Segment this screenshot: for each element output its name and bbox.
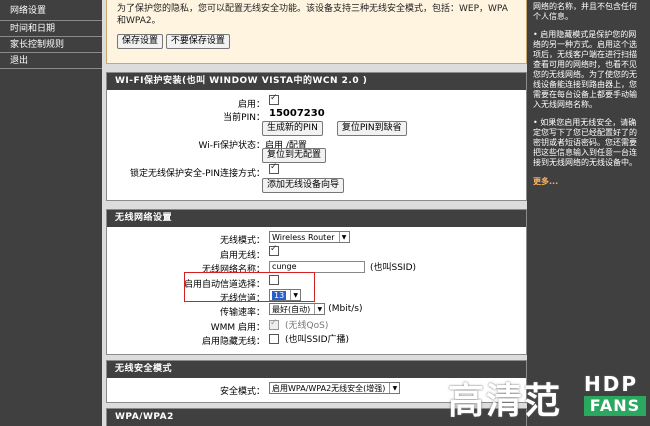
- wmm-hint: (无线QoS): [285, 321, 329, 331]
- channel-select[interactable]: 13 ▼: [269, 289, 302, 301]
- wireless-settings-panel: 无线网络设置 无线模式： Wireless Router ▼ 启用无线： 无线网…: [106, 209, 527, 355]
- reset-pin-button[interactable]: 复位PIN到缺省: [336, 121, 407, 136]
- left-nav: 网络设置 时间和日期 家长控制规则 退出: [0, 0, 102, 426]
- help-text-2: • 启用隐藏模式是保护您的网络的另一种方式。启用这个选项后，无线客户端在进行扫描…: [533, 30, 637, 109]
- nav-item-parental-control[interactable]: 家长控制规则: [0, 37, 102, 53]
- reset-unconfigured-button[interactable]: 复位到无配置: [262, 148, 327, 163]
- rate-select[interactable]: 最好(自动) ▼: [269, 303, 326, 315]
- wps-header: WI-FI保护安装(也叫 WINDOW VISTA中的WCN 2.0 ): [107, 73, 526, 90]
- dont-save-button[interactable]: 不要保存设置: [165, 34, 230, 49]
- rate-unit: (Mbit/s): [328, 304, 363, 314]
- wps-enable-checkbox[interactable]: [269, 93, 279, 105]
- chevron-down-icon: ▼: [290, 290, 301, 300]
- wmm-checkbox[interactable]: [269, 318, 279, 330]
- wps-panel: WI-FI保护安装(也叫 WINDOW VISTA中的WCN 2.0 ) 启用：…: [106, 72, 527, 201]
- ssid-input[interactable]: cunge: [269, 260, 365, 273]
- hidden-wireless-checkbox[interactable]: [269, 333, 279, 344]
- watermark-logo: 高清范 HDP FANS: [448, 370, 650, 426]
- hidden-wireless-label: 启用隐藏无线：: [201, 337, 265, 347]
- wireless-header: 无线网络设置: [107, 210, 526, 227]
- main-content: 为了保护您的隐私，您可以配置无线安全功能。该设备支持三种无线安全模式，包括：WE…: [104, 0, 527, 426]
- add-wireless-device-button[interactable]: 添加无线设备向导: [262, 178, 345, 193]
- help-panel: 网络的名称，并且不包含任何个人信息。 • 启用隐藏模式是保护您的网络的另一种方式…: [527, 0, 650, 426]
- pin-value: 15007230: [269, 108, 325, 119]
- wireless-enable-checkbox[interactable]: [269, 244, 279, 256]
- auto-channel-checkbox[interactable]: [269, 275, 279, 285]
- nav-item-network-settings[interactable]: 网络设置: [0, 0, 102, 21]
- help-text-1: 网络的名称，并且不包含任何个人信息。: [533, 2, 637, 21]
- ssid-hint: (也叫SSID): [370, 263, 417, 273]
- chevron-down-icon: ▼: [314, 304, 325, 314]
- watermark-hdp: HDP: [584, 372, 638, 396]
- security-mode-select[interactable]: 启用WPA/WPA2无线安全(增强) ▼: [269, 382, 401, 394]
- wireless-mode-label: 无线模式：: [219, 236, 265, 246]
- nav-item-time-date[interactable]: 时间和日期: [0, 21, 102, 37]
- lock-pin-checkbox[interactable]: [269, 162, 279, 174]
- notice-text: 为了保护您的隐私，您可以配置无线安全功能。该设备支持三种无线安全模式，包括：WE…: [117, 4, 508, 26]
- generate-pin-button[interactable]: 生成新的PIN: [262, 121, 323, 136]
- watermark-fans: FANS: [584, 396, 646, 416]
- wireless-mode-select[interactable]: Wireless Router ▼: [269, 231, 350, 243]
- more-link[interactable]: 更多...: [533, 176, 644, 187]
- chevron-down-icon: ▼: [338, 232, 349, 242]
- hidden-wireless-hint: (也叫SSID广播): [285, 335, 350, 345]
- rate-label: 传输速率：: [219, 308, 265, 318]
- help-text-3: • 如果您启用无线安全，请确定您写下了您已经配置好了的密钥或者短语密码。您还需要…: [533, 118, 637, 167]
- security-mode-label: 安全模式：: [219, 387, 265, 397]
- ssid-label: 无线网络名称：: [201, 265, 265, 275]
- notice-panel: 为了保护您的隐私，您可以配置无线安全功能。该设备支持三种无线安全模式，包括：WE…: [106, 0, 527, 64]
- chevron-down-icon: ▼: [389, 383, 400, 393]
- watermark-cn: 高清范: [448, 381, 563, 422]
- save-settings-button[interactable]: 保存设置: [117, 34, 164, 49]
- nav-item-logout[interactable]: 退出: [0, 53, 102, 69]
